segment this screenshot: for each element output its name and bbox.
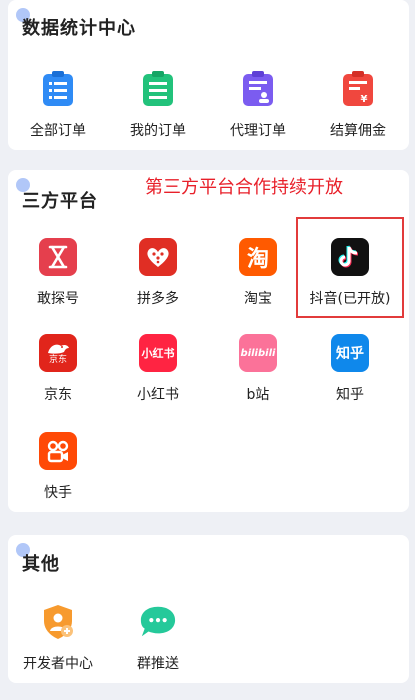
platform-item-xiaohongshu[interactable]: 小红书 小红书 (108, 334, 208, 404)
platform-item-label: 拼多多 (137, 291, 179, 307)
platform-item-label: 淘宝 (244, 291, 272, 307)
jd-icon: 京东 (39, 334, 77, 372)
platform-item-label: 知乎 (336, 387, 364, 403)
menu-item-my-orders[interactable]: 我的订单 (108, 70, 208, 140)
developer-shield-icon (39, 603, 77, 641)
jd-icon-glyph: 京东 (48, 355, 67, 365)
platform-item-jd[interactable]: 京东 京东 (8, 334, 108, 404)
menu-item-label: 群推送 (137, 656, 179, 672)
my-order-icon (139, 70, 177, 108)
platform-item-label: b站 (246, 387, 270, 403)
platform-item-pinduoduo[interactable]: 拼多多 (108, 238, 208, 308)
gantanhao-icon (39, 238, 77, 276)
menu-item-label: 全部订单 (30, 123, 86, 139)
platform-item-taobao[interactable]: 淘 淘宝 (208, 238, 308, 308)
section-title-third-party: 三方平台 (22, 191, 98, 212)
commission-icon: ¥ (339, 70, 377, 108)
platform-item-bilibili[interactable]: bilibili b站 (208, 334, 308, 404)
platform-item-label: 小红书 (137, 387, 179, 403)
menu-item-label: 我的订单 (130, 123, 186, 139)
menu-item-label: 结算佣金 (330, 123, 386, 139)
zhihu-icon: 知乎 (331, 334, 369, 372)
platform-item-label: 快手 (44, 485, 72, 501)
agent-order-icon (239, 70, 277, 108)
zhihu-icon-glyph: 知乎 (336, 346, 364, 362)
order-list-icon (39, 70, 77, 108)
menu-item-commission[interactable]: ¥ 结算佣金 (308, 70, 408, 140)
pinduoduo-icon (139, 238, 177, 276)
menu-item-all-orders[interactable]: 全部订单 (8, 70, 108, 140)
xiaohongshu-icon: 小红书 (139, 334, 177, 372)
platform-item-kuaishou[interactable]: 快手 (8, 432, 108, 502)
section-title-data-stats: 数据统计中心 (22, 18, 136, 39)
platform-item-gantanhao[interactable]: 敢探号 (8, 238, 108, 308)
taobao-icon-glyph: 淘 (246, 247, 269, 272)
others-card: 其他 开发者中心 群推送 (8, 535, 409, 683)
platform-item-label: 敢探号 (37, 291, 79, 307)
kuaishou-icon (39, 432, 77, 470)
menu-item-label: 开发者中心 (23, 656, 93, 672)
xiaohongshu-icon-glyph: 小红书 (141, 347, 175, 360)
bilibili-icon-glyph: bilibili (240, 347, 276, 359)
douyin-highlight-frame (296, 217, 404, 318)
menu-item-group-push[interactable]: 群推送 (108, 603, 208, 673)
taobao-icon: 淘 (239, 238, 277, 276)
chat-bubble-icon (139, 603, 177, 641)
bilibili-icon: bilibili (239, 334, 277, 372)
platform-item-label: 京东 (44, 387, 72, 403)
section-title-others: 其他 (22, 554, 60, 575)
promo-banner-text: 第三方平台合作持续开放 (145, 177, 343, 198)
svg-text:¥: ¥ (361, 94, 368, 105)
data-stats-card: 数据统计中心 全部订单 我的订单 代理订单 ¥ 结算佣金 (8, 0, 409, 150)
menu-item-developer-center[interactable]: 开发者中心 (8, 603, 108, 673)
platform-item-zhihu[interactable]: 知乎 知乎 (300, 334, 400, 404)
menu-item-agent-orders[interactable]: 代理订单 (208, 70, 308, 140)
menu-item-label: 代理订单 (230, 123, 286, 139)
